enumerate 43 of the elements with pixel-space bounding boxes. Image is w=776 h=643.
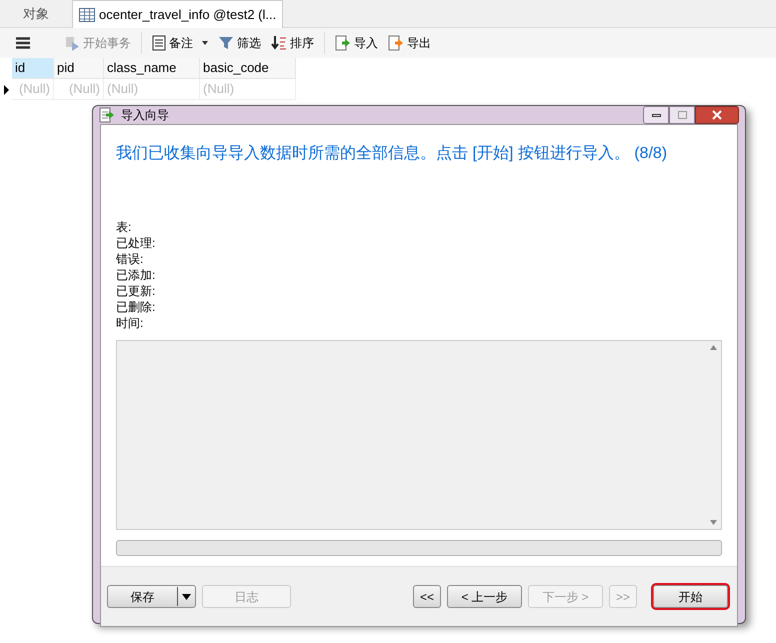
caret-icon: [182, 594, 191, 600]
toolbar-button[interactable]: 备注: [150, 31, 210, 55]
export-icon: [388, 35, 404, 51]
column-header[interactable]: pid: [54, 58, 104, 79]
window-title: 导入向导: [121, 107, 169, 124]
toolbar-button[interactable]: 筛选: [216, 31, 263, 55]
document-icon: [152, 35, 166, 51]
toolbar-button[interactable]: 导入: [333, 31, 380, 55]
table-cell: (Null): [12, 79, 54, 100]
column-header[interactable]: id: [12, 58, 54, 79]
sort-icon: [271, 35, 287, 51]
menu-icon: [16, 37, 30, 49]
caret-icon: [202, 41, 208, 45]
close-button[interactable]: [695, 106, 739, 124]
column-header[interactable]: basic_code: [200, 58, 296, 79]
field-label: 已添加:: [116, 267, 156, 283]
filter-icon: [218, 35, 234, 51]
table-cell: (Null): [54, 79, 104, 100]
dialog-button[interactable]: <<: [413, 585, 441, 608]
table-cell: (Null): [200, 79, 296, 100]
import-icon: [335, 35, 351, 51]
transaction-icon: [64, 35, 80, 51]
table-cell: (Null): [104, 79, 200, 100]
field-label: 时间:: [116, 315, 144, 331]
tab[interactable]: 对象: [0, 0, 72, 28]
tab[interactable]: ocenter_travel_info @test2 (l...: [72, 0, 284, 28]
field-label: 已更新:: [116, 283, 156, 299]
scroll-up-icon[interactable]: [710, 345, 716, 350]
field-label: 表:: [116, 219, 132, 235]
dialog-button[interactable]: < 上一步: [447, 585, 522, 608]
dialog-button[interactable]: 保存: [107, 585, 196, 608]
scroll-down-icon[interactable]: [710, 520, 716, 525]
close-icon: [712, 110, 722, 120]
wizard-heading: 我们已收集向导导入数据时所需的全部信息。点击 [开始] 按钮进行导入。 (8/8): [116, 144, 668, 164]
field-label: 错误:: [116, 251, 144, 267]
toolbar-button[interactable]: 排序: [269, 31, 316, 55]
field-label: 已删除:: [116, 299, 156, 315]
column-header[interactable]: class_name: [104, 58, 200, 79]
table-icon: [79, 8, 95, 22]
minimize-button[interactable]: [643, 106, 669, 124]
dialog-button[interactable]: 开始: [653, 585, 728, 608]
toolbar-button[interactable]: 导出: [386, 31, 433, 55]
field-label: 已处理:: [116, 235, 156, 251]
